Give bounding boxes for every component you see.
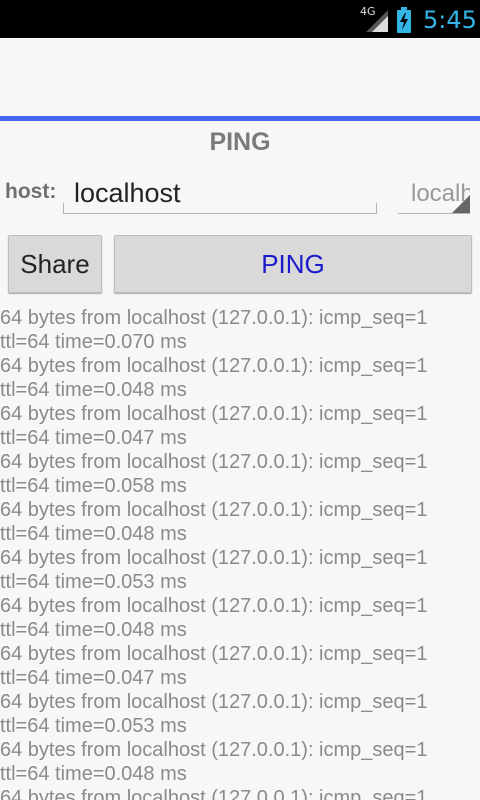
host-input-underline [63, 203, 377, 214]
output-line: ttl=64 time=0.048 ms [0, 619, 187, 641]
output-line: ttl=64 time=0.058 ms [0, 475, 187, 497]
output-line: ttl=64 time=0.053 ms [0, 571, 187, 593]
output-line: 64 bytes from localhost (127.0.0.1): icm… [0, 643, 428, 665]
output-line: 64 bytes from localhost (127.0.0.1): icm… [0, 739, 428, 761]
host-spinner[interactable]: localhost [398, 174, 470, 214]
share-button[interactable]: Share [8, 235, 102, 293]
output-line: ttl=64 time=0.048 ms [0, 763, 187, 785]
tab-indicator [0, 116, 480, 121]
output-line: 64 bytes from localhost (127.0.0.1): icm… [0, 307, 428, 329]
clock: 5:45 [423, 6, 477, 34]
output-line: ttl=64 time=0.047 ms [0, 667, 187, 689]
signal-icon [366, 10, 388, 37]
host-label: host: [5, 180, 57, 203]
output-line: 64 bytes from localhost (127.0.0.1): icm… [0, 547, 428, 569]
output-line: 64 bytes from localhost (127.0.0.1): icm… [0, 595, 428, 617]
battery-icon [396, 7, 412, 38]
output-line: ttl=64 time=0.048 ms [0, 523, 187, 545]
ping-button[interactable]: PING [114, 235, 472, 293]
page-title: PING [209, 128, 271, 156]
output-line: 64 bytes from localhost (127.0.0.1): icm… [0, 787, 428, 800]
ping-output: 64 bytes from localhost (127.0.0.1): icm… [0, 306, 480, 800]
output-line: ttl=64 time=0.070 ms [0, 331, 187, 353]
dropdown-arrow-icon [452, 195, 470, 213]
action-bar [0, 38, 480, 116]
status-bar: 4G 5:45 [0, 0, 480, 38]
output-line: 64 bytes from localhost (127.0.0.1): icm… [0, 355, 428, 377]
output-line: ttl=64 time=0.053 ms [0, 715, 187, 737]
output-line: ttl=64 time=0.048 ms [0, 379, 187, 401]
output-line: 64 bytes from localhost (127.0.0.1): icm… [0, 451, 428, 473]
output-line: 64 bytes from localhost (127.0.0.1): icm… [0, 403, 428, 425]
output-line: ttl=64 time=0.047 ms [0, 427, 187, 449]
output-line: 64 bytes from localhost (127.0.0.1): icm… [0, 691, 428, 713]
output-line: 64 bytes from localhost (127.0.0.1): icm… [0, 499, 428, 521]
